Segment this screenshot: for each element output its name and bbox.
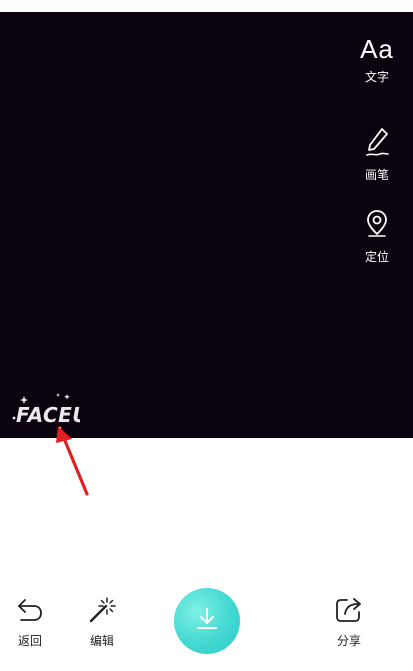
save-download-button[interactable] xyxy=(174,588,240,654)
photo-editor-screen: Aa 文字 画笔 定位 FACE 返回 编辑 分享 xyxy=(0,0,413,671)
pen-tool-button[interactable]: 画笔 xyxy=(355,126,399,183)
status-bar-strip xyxy=(0,0,413,12)
annotation-arrow xyxy=(50,422,100,502)
undo-arrow-icon xyxy=(15,596,45,628)
edit-label: 编辑 xyxy=(89,634,114,648)
edit-button[interactable]: 编辑 xyxy=(72,596,132,649)
magic-wand-icon xyxy=(86,596,118,628)
photo-preview[interactable]: Aa 文字 画笔 定位 FACE xyxy=(0,12,413,438)
pen-icon xyxy=(363,126,391,162)
text-tool-label: 文字 xyxy=(364,70,389,84)
back-button[interactable]: 返回 xyxy=(0,596,60,649)
share-icon xyxy=(333,596,365,628)
bottom-toolbar: 返回 编辑 分享 xyxy=(0,580,413,671)
text-tool-button[interactable]: Aa 文字 xyxy=(355,34,399,85)
location-tool-button[interactable]: 定位 xyxy=(355,208,399,265)
share-button[interactable]: 分享 xyxy=(319,596,379,649)
pen-tool-label: 画笔 xyxy=(364,168,389,182)
back-label: 返回 xyxy=(17,634,42,648)
download-icon xyxy=(193,605,221,637)
share-label: 分享 xyxy=(336,634,361,648)
location-tool-label: 定位 xyxy=(364,250,389,264)
text-tool-icon: Aa xyxy=(360,34,394,64)
location-pin-icon xyxy=(363,208,391,244)
